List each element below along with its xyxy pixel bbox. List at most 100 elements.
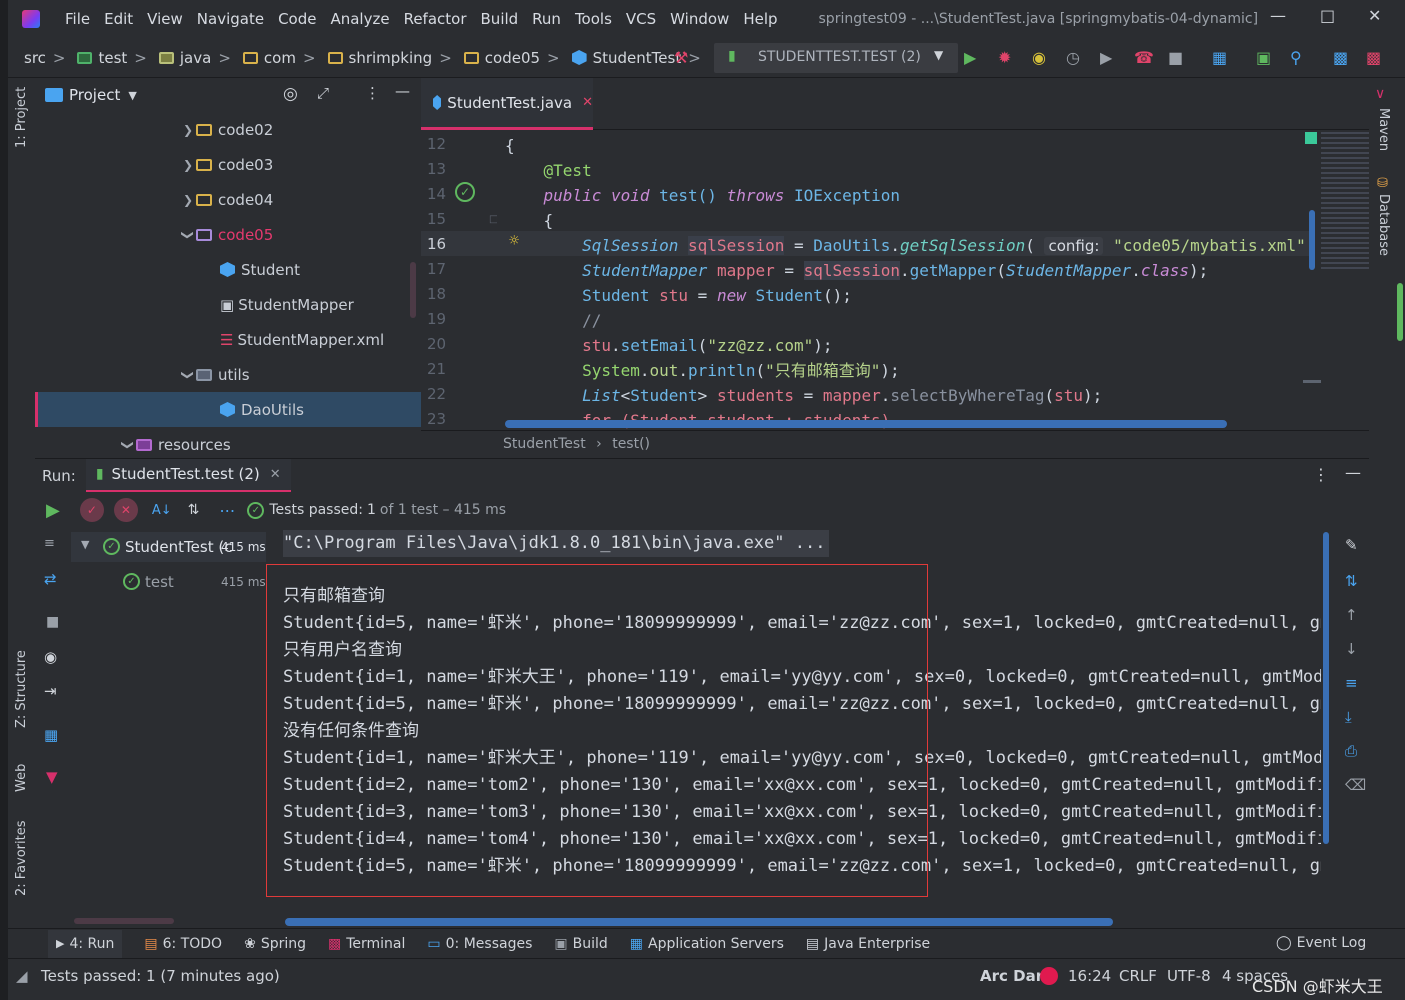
sort-alpha-icon[interactable]: A↓ — [152, 503, 172, 518]
down-arrow-icon[interactable]: ↓ — [1345, 640, 1358, 658]
menu-file[interactable]: File — [58, 10, 97, 28]
intention-bulb-icon[interactable]: ☼ — [509, 231, 519, 251]
run-icon[interactable]: ▶ — [964, 48, 976, 67]
more-icon[interactable]: ⋯ — [219, 501, 235, 520]
clear-filters-icon[interactable]: ≡ — [44, 536, 55, 551]
project-structure-icon[interactable]: ▦ — [1212, 48, 1227, 67]
menu-code[interactable]: Code — [271, 10, 323, 28]
collapse-icon[interactable]: ⤢ — [317, 84, 329, 102]
hide-panel-icon[interactable]: — — [1345, 463, 1361, 482]
translate-icon[interactable]: ▩ — [1333, 48, 1348, 67]
chevron-right-icon[interactable]: ❯ — [180, 158, 196, 172]
breadcrumb-code05[interactable]: code05 > — [456, 49, 560, 67]
tab-database[interactable]: Database — [1376, 194, 1391, 256]
tab-favorites[interactable]: 2: Favorites — [14, 820, 29, 896]
exit-icon[interactable]: ⇥ — [44, 682, 57, 700]
hammer-icon[interactable]: ⚒ — [674, 48, 688, 67]
test-tree-scrollbar[interactable] — [74, 918, 174, 924]
chevron-right-icon[interactable]: ❯ — [180, 123, 196, 137]
tree-item-student[interactable]: Student — [220, 252, 300, 287]
menu-analyze[interactable]: Analyze — [323, 10, 396, 28]
print-icon[interactable]: ⎙ — [1345, 742, 1357, 760]
chevron-down-icon[interactable]: ❯ — [181, 367, 195, 383]
menu-navigate[interactable]: Navigate — [190, 10, 271, 28]
rerun-icon[interactable]: ▶ — [46, 500, 60, 521]
breadcrumb-com[interactable]: com > — [235, 49, 316, 67]
show-passed-icon[interactable]: ✓ — [79, 498, 104, 522]
run-tab-studenttest[interactable]: ▮ StudentTest.test (2) ✕ — [85, 458, 291, 493]
more-options-icon[interactable]: ⋮ — [365, 84, 380, 102]
tab-spring[interactable]: ❀ Spring — [244, 936, 306, 952]
more-options-icon[interactable]: ⋮ — [1313, 465, 1329, 484]
tree-item-resources[interactable]: ❯ resources — [120, 427, 231, 458]
tab-structure[interactable]: Z: Structure — [14, 650, 29, 728]
menu-tools[interactable]: Tools — [568, 10, 619, 28]
tree-item-code04[interactable]: ❯ code04 — [180, 182, 273, 217]
tab-java-enterprise[interactable]: ▤ Java Enterprise — [806, 936, 930, 952]
trash-icon[interactable]: ⌫ — [1345, 776, 1366, 794]
code-editor[interactable]: { @Test public void test() throws IOExce… — [497, 130, 1309, 430]
search-icon[interactable]: ⚲ — [1290, 48, 1302, 67]
tree-item-code02[interactable]: ❯ code02 — [180, 112, 273, 147]
run-configuration-select[interactable]: ▮ STUDENTTEST.TEST (2) ▼ — [714, 43, 958, 73]
minimize-icon[interactable]: — — [1270, 6, 1286, 25]
menu-help[interactable]: Help — [736, 10, 784, 28]
tab-run[interactable]: ▶ 4: Run — [48, 929, 123, 958]
console-vertical-scrollbar[interactable] — [1323, 532, 1329, 844]
menu-window[interactable]: Window — [663, 10, 736, 28]
menu-refactor[interactable]: Refactor — [397, 10, 474, 28]
close-tab-icon[interactable]: ✕ — [270, 467, 281, 482]
inspection-status-icon[interactable] — [1305, 132, 1317, 144]
tree-item-daoutils[interactable]: DaoUtils — [35, 392, 421, 427]
run-test-gutter-icon[interactable]: ✓ — [455, 182, 475, 202]
layout-icon[interactable]: ▦ — [44, 726, 58, 744]
maximize-icon[interactable]: □ — [1320, 6, 1335, 25]
editor-crumb-class[interactable]: StudentTest — [503, 436, 586, 452]
sort-icon[interactable]: ⇅ — [1345, 572, 1358, 590]
profile-icon[interactable]: ◷ — [1066, 48, 1080, 67]
camera-icon[interactable]: ◉ — [44, 648, 57, 666]
test-row-studenttest[interactable]: ▼ ✓ StudentTest (c 415 ms — [71, 532, 266, 562]
chevron-down-icon[interactable]: ▼ — [128, 89, 136, 102]
test-row-test[interactable]: ✓ test 415 ms — [71, 567, 266, 597]
terminal-icon[interactable]: ▣ — [1256, 48, 1271, 67]
line-separator[interactable]: CRLF — [1119, 967, 1157, 985]
tree-item-code05[interactable]: ❯ code05 — [180, 217, 273, 252]
editor-horizontal-scrollbar[interactable] — [505, 420, 1227, 428]
breadcrumb-shrimpking[interactable]: shrimpking > — [320, 49, 452, 67]
menu-view[interactable]: View — [140, 10, 190, 28]
tab-event-log[interactable]: ◯ Event Log — [1276, 935, 1366, 951]
tree-scrollbar[interactable] — [410, 262, 416, 318]
tree-item-studentmapper[interactable]: ▣ StudentMapper — [220, 287, 354, 322]
debug-icon[interactable]: ✹ — [998, 48, 1011, 67]
tab-terminal[interactable]: ▩ Terminal — [328, 936, 405, 952]
tree-item-studentmapper-xml[interactable]: ☰ StudentMapper.xml — [220, 322, 384, 357]
editor-minimap[interactable] — [1303, 130, 1369, 430]
pin-icon[interactable]: ▼ — [46, 768, 58, 786]
tab-project[interactable]: 1: Project — [14, 87, 29, 148]
close-tab-icon[interactable]: ✕ — [582, 95, 593, 110]
chevron-down-icon[interactable]: ❯ — [181, 227, 195, 243]
chevron-down-icon[interactable]: ▼ — [81, 538, 89, 551]
breadcrumb-java[interactable]: java > — [151, 49, 231, 67]
toggle-auto-test-icon[interactable]: ⇄ — [44, 570, 57, 588]
breadcrumb-test[interactable]: test > — [69, 49, 147, 67]
locate-icon[interactable]: ◎ — [283, 84, 298, 104]
status-expand-icon[interactable]: ◢ — [16, 967, 28, 985]
tab-todo[interactable]: ▤ 6: TODO — [144, 936, 222, 952]
coverage-icon[interactable]: ◉ — [1032, 48, 1046, 67]
menu-vcs[interactable]: VCS — [619, 10, 663, 28]
close-icon[interactable]: ✕ — [1368, 6, 1381, 25]
translate-alt-icon[interactable]: ▩ — [1366, 48, 1381, 67]
tab-web[interactable]: Web — [14, 764, 29, 792]
tab-build[interactable]: ▣ Build — [554, 936, 607, 952]
editor-vertical-scrollbar[interactable] — [1309, 210, 1315, 270]
console-horizontal-scrollbar[interactable] — [285, 918, 1113, 926]
file-encoding[interactable]: UTF-8 — [1167, 967, 1211, 985]
sort-duration-icon[interactable]: ⇅ — [188, 502, 200, 518]
tab-maven[interactable]: Maven — [1376, 108, 1391, 151]
menu-build[interactable]: Build — [474, 10, 526, 28]
console-output[interactable]: "C:\Program Files\Java\jdk1.8.0_181\bin\… — [266, 528, 1321, 928]
cursor-position[interactable]: 16:24 — [1068, 967, 1111, 985]
tree-item-utils[interactable]: ❯ utils — [180, 357, 250, 392]
